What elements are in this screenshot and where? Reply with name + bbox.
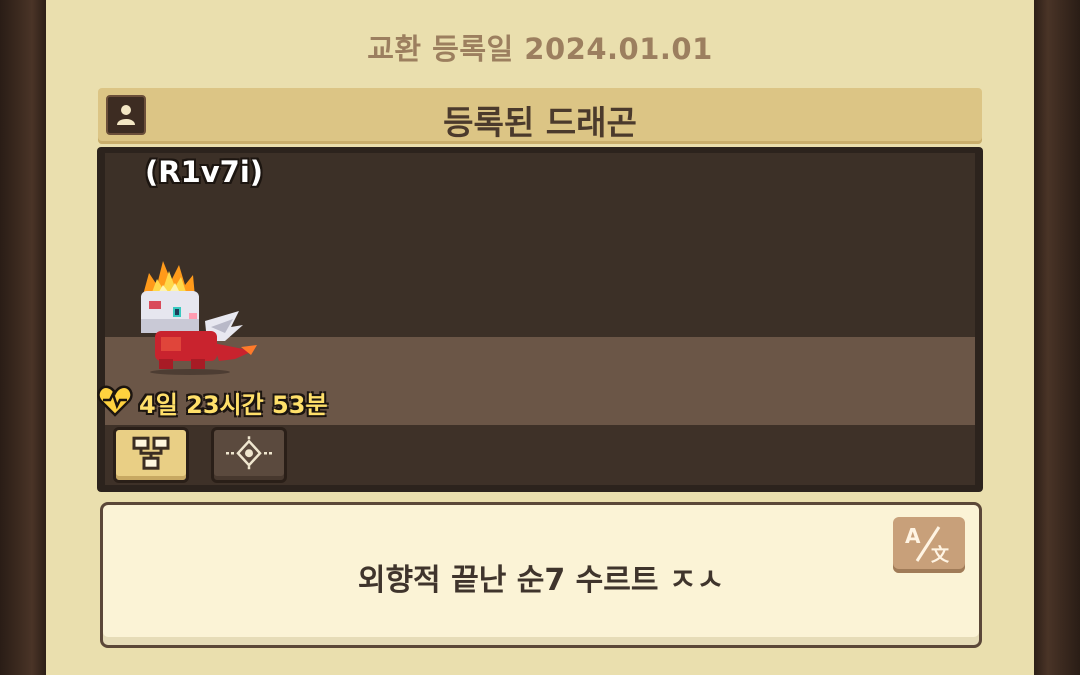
family-tree-tab[interactable] [113, 427, 189, 483]
svg-text:文: 文 [931, 544, 950, 565]
owner-name: (R1v7i) [145, 155, 264, 189]
dragon-sprite[interactable] [135, 255, 265, 379]
trade-message-box: 외향적 끝난 순7 수르트 ㅈㅅ A 文 [100, 502, 982, 648]
registration-date: 교환 등록일 2024.01.01 [367, 32, 713, 66]
timer-text: 4일 23시간 53분 [139, 391, 328, 419]
trade-panel: 교환 등록일 2024.01.01 등록된 드래곤 (R1v7i) 4일 23시… [46, 0, 1034, 675]
registered-dragon-header: 등록된 드래곤 [98, 88, 982, 144]
family-tree-icon [132, 436, 170, 470]
translate-button[interactable]: A 文 [893, 517, 965, 573]
right-frame [1034, 0, 1080, 675]
section-title: 등록된 드래곤 [443, 103, 637, 142]
crosshair-icon [226, 436, 272, 471]
translate-icon: A 文 [905, 524, 950, 565]
heart-pulse-icon [97, 385, 133, 417]
dragon-display: (R1v7i) 4일 23시간 53분 [97, 147, 983, 492]
crosshair-tab[interactable] [211, 427, 287, 483]
svg-text:A: A [905, 524, 921, 548]
left-frame [0, 0, 46, 675]
trade-message: 외향적 끝난 순7 수르트 ㅈㅅ [357, 563, 725, 598]
